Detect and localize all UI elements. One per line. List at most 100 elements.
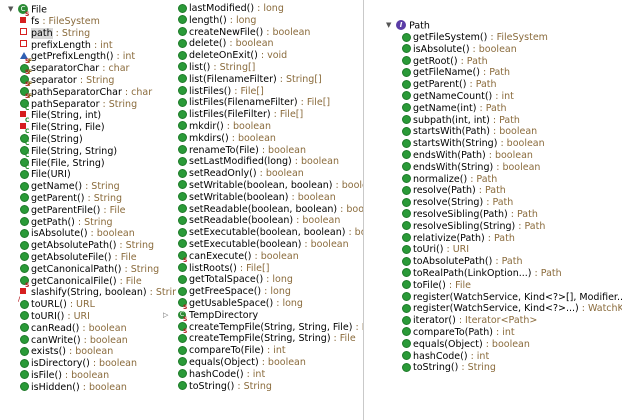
member-row[interactable]: setWritable(boolean, boolean) : boolean bbox=[178, 180, 393, 192]
member-row[interactable]: register(WatchService, Kind<?>[], Modifi… bbox=[402, 292, 622, 304]
member-row[interactable]: isFile() : boolean bbox=[20, 370, 176, 382]
member-row[interactable]: C File(URI) bbox=[20, 164, 176, 181]
member-row[interactable]: equals(Object) : boolean bbox=[178, 357, 393, 369]
collapse-toggle-icon[interactable]: ▼ bbox=[386, 20, 393, 32]
member-row[interactable]: listFiles(FileFilter) : File[] bbox=[178, 109, 393, 121]
member-row[interactable]: toString() : String bbox=[402, 362, 622, 374]
member-row[interactable]: isHidden() : boolean bbox=[20, 382, 176, 394]
member-row[interactable]: C File(String, File) bbox=[20, 117, 176, 134]
member-row[interactable]: relativize(Path) : Path bbox=[402, 233, 622, 245]
member-row[interactable]: canWrite() : boolean bbox=[20, 335, 176, 347]
member-row[interactable]: listFiles() : File[] bbox=[178, 86, 393, 98]
member-row[interactable]: isDirectory() : boolean bbox=[20, 358, 176, 370]
member-row[interactable]: resolveSibling(Path) : Path bbox=[402, 209, 622, 221]
member-row[interactable]: getAbsoluteFile() : File bbox=[20, 252, 176, 264]
member-row[interactable]: delete() : boolean bbox=[178, 38, 393, 50]
member-row[interactable]: iterator() : Iterator<Path> bbox=[402, 315, 622, 327]
member-row[interactable]: setLastModified(long) : boolean bbox=[178, 156, 393, 168]
member-row[interactable]: getFreeSpace() : long bbox=[178, 286, 393, 298]
member-row[interactable]: C File(String, int) bbox=[20, 105, 176, 122]
member-row[interactable]: mkdirs() : boolean bbox=[178, 133, 393, 145]
member-row[interactable]: startsWith(String) : boolean bbox=[402, 138, 622, 150]
member-row[interactable]: ScreateTempFile(String, String, File) : … bbox=[178, 317, 393, 334]
member-row[interactable]: deleteOnExit() : void bbox=[178, 50, 393, 62]
path-interface-header[interactable]: ▼ I Path bbox=[386, 19, 430, 32]
collapse-toggle-icon[interactable]: ▼ bbox=[8, 4, 15, 16]
member-row[interactable]: getRoot() : Path bbox=[402, 56, 622, 68]
member-row[interactable]: C File(File, String) bbox=[20, 153, 176, 170]
member-row[interactable]: lastModified() : long bbox=[178, 3, 393, 15]
member-row[interactable]: setExecutable(boolean) : boolean bbox=[178, 239, 393, 251]
member-row[interactable]: normalize() : Path bbox=[402, 174, 622, 186]
member-row[interactable]: ▷ C S TempDirectory bbox=[163, 305, 393, 322]
member-row[interactable]: S Fseparator : String bbox=[20, 70, 176, 87]
member-row[interactable]: C File(String) bbox=[20, 129, 176, 146]
member-row[interactable]: length() : long bbox=[178, 15, 393, 27]
member-row[interactable]: getUsableSpace() : long bbox=[178, 298, 393, 310]
member-row[interactable]: resolveSibling(String) : Path bbox=[402, 221, 622, 233]
member-row[interactable]: S FseparatorChar : char bbox=[20, 58, 176, 75]
member-row[interactable]: Sslashify(String, boolean) : Strir bbox=[20, 282, 176, 299]
member-row[interactable]: compareTo(Path) : int bbox=[402, 327, 622, 339]
member-row[interactable]: Sfs : FileSystem bbox=[20, 11, 176, 28]
member-row[interactable]: canRead() : boolean bbox=[20, 323, 176, 335]
member-row[interactable]: getCanonicalPath() : String bbox=[20, 264, 176, 276]
member-row[interactable]: list(FilenameFilter) : String[] bbox=[178, 74, 393, 86]
member-row[interactable]: toAbsolutePath() : Path bbox=[402, 256, 622, 268]
expand-toggle-icon[interactable]: ▷ bbox=[163, 310, 168, 322]
member-row[interactable]: toFile() : File bbox=[402, 280, 622, 292]
member-row[interactable]: getName(int) : Path bbox=[402, 103, 622, 115]
member-row[interactable]: resolve(Path) : Path bbox=[402, 185, 622, 197]
member-row[interactable]: getCanonicalFile() : File bbox=[20, 276, 176, 288]
member-row[interactable]: setWritable(boolean) : boolean bbox=[178, 192, 393, 204]
member-row[interactable]: startsWith(Path) : boolean bbox=[402, 126, 622, 138]
member-row[interactable]: toString() : String bbox=[178, 381, 393, 393]
member-row[interactable]: isAbsolute() : boolean bbox=[402, 44, 622, 56]
member-row[interactable]: canExecute() : boolean bbox=[178, 251, 393, 263]
member-row[interactable]: compareTo(File) : int bbox=[178, 345, 393, 357]
member-row[interactable]: getPath() : String bbox=[20, 217, 176, 229]
member-row[interactable]: list() : String[] bbox=[178, 62, 393, 74]
member-row[interactable]: isAbsolute() : boolean bbox=[20, 228, 176, 240]
member-row[interactable]: mkdir() : boolean bbox=[178, 121, 393, 133]
member-row[interactable]: prefixLength : int bbox=[20, 40, 176, 52]
member-row[interactable]: listFiles(FilenameFilter) : File[] bbox=[178, 97, 393, 109]
member-row[interactable]: / toURL() : URL bbox=[18, 296, 176, 311]
member-row[interactable]: endsWith(Path) : boolean bbox=[402, 150, 622, 162]
member-row[interactable]: SlistRoots() : File[] bbox=[178, 258, 393, 275]
member-row[interactable]: exists() : boolean bbox=[20, 346, 176, 358]
member-row[interactable]: getParent() : Path bbox=[402, 79, 622, 91]
member-row[interactable]: C File(String, String) bbox=[20, 141, 176, 158]
member-type: : Path bbox=[475, 185, 506, 197]
member-row[interactable]: hashCode() : int bbox=[402, 351, 622, 363]
member-row[interactable]: getParent() : String bbox=[20, 193, 176, 205]
member-row[interactable]: toUri() : URI bbox=[402, 244, 622, 256]
member-row[interactable]: toRealPath(LinkOption...) : Path bbox=[402, 268, 622, 280]
member-row[interactable]: setReadable(boolean, boolean) : boolean bbox=[178, 204, 393, 216]
member-row[interactable]: getPrefixLength() : int bbox=[20, 51, 176, 63]
member-row[interactable]: toURI() : URI bbox=[20, 311, 176, 323]
member-row[interactable]: getAbsolutePath() : String bbox=[20, 240, 176, 252]
member-row[interactable]: renameTo(File) : boolean bbox=[178, 145, 393, 157]
member-row[interactable]: register(WatchService, Kind<?>...) : Wat… bbox=[402, 303, 622, 315]
member-row[interactable]: setExecutable(boolean, boolean) : boolea… bbox=[178, 227, 393, 239]
member-row[interactable]: subpath(int, int) : Path bbox=[402, 115, 622, 127]
member-row[interactable]: hashCode() : int bbox=[178, 369, 393, 381]
member-row[interactable]: ScreateTempFile(String, String) : File bbox=[178, 328, 393, 345]
member-row[interactable]: S FpathSeparatorChar : char bbox=[20, 82, 176, 99]
member-row[interactable]: getName() : String bbox=[20, 181, 176, 193]
member-row[interactable]: endsWith(String) : boolean bbox=[402, 162, 622, 174]
member-row[interactable]: S FpathSeparator : String bbox=[20, 94, 176, 111]
member-row[interactable]: path : String bbox=[20, 27, 176, 40]
member-row[interactable]: resolve(String) : Path bbox=[402, 197, 622, 209]
member-type: : boolean bbox=[485, 149, 533, 161]
member-row[interactable]: setReadable(boolean) : boolean bbox=[178, 215, 393, 227]
member-row[interactable]: equals(Object) : boolean bbox=[402, 339, 622, 351]
member-row[interactable]: getFileName() : Path bbox=[402, 67, 622, 79]
member-row[interactable]: setReadOnly() : boolean bbox=[178, 168, 393, 180]
member-row[interactable]: getFileSystem() : FileSystem bbox=[402, 32, 622, 44]
member-row[interactable]: getParentFile() : File bbox=[20, 205, 176, 217]
member-row[interactable]: createNewFile() : boolean bbox=[178, 27, 393, 39]
member-row[interactable]: getTotalSpace() : long bbox=[178, 274, 393, 286]
member-row[interactable]: getNameCount() : int bbox=[402, 91, 622, 103]
